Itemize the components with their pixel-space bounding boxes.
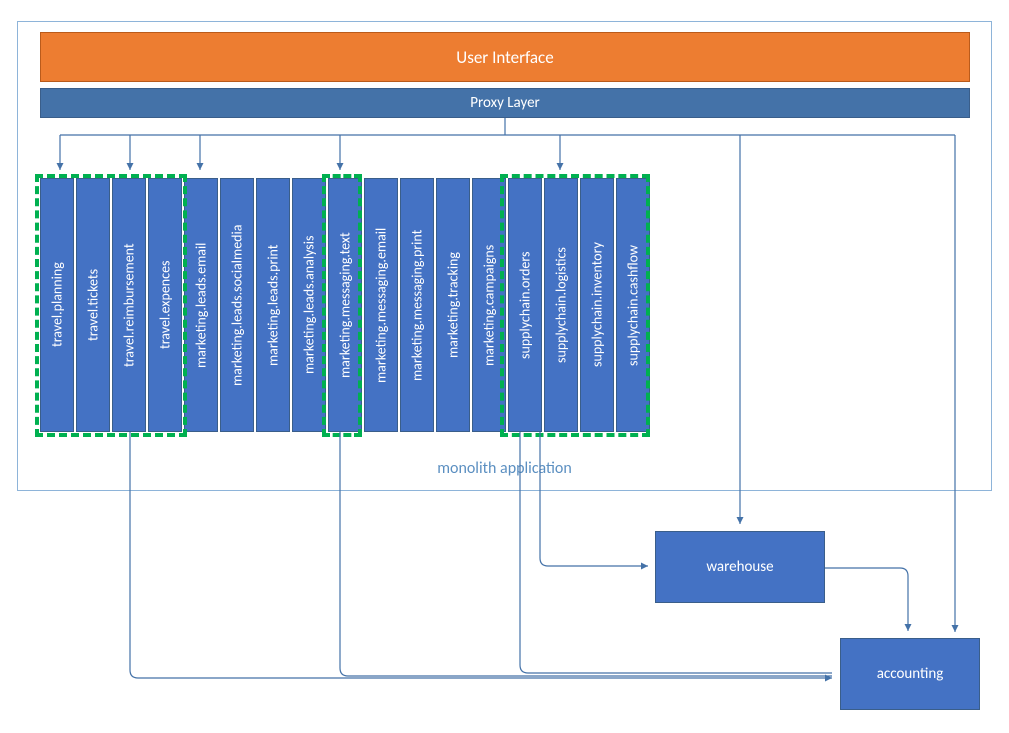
module-marketing-campaigns: marketing.campaigns xyxy=(472,178,506,432)
warehouse-box: warehouse xyxy=(655,531,825,603)
module-marketing-leads-print: marketing.leads.print xyxy=(256,178,290,432)
module-marketing-messaging-text: marketing.messaging.text xyxy=(328,178,362,432)
module-marketing-messaging-email: marketing.messaging.email xyxy=(364,178,398,432)
monolith-label: monolith application xyxy=(17,459,992,478)
proxy-layer: Proxy Layer xyxy=(40,88,970,118)
module-supplychain-logistics: supplychain.logistics xyxy=(544,178,578,432)
accounting-box: accounting xyxy=(840,638,980,710)
module-marketing-leads-analysis: marketing.leads.analysis xyxy=(292,178,326,432)
module-supplychain-inventory: supplychain.inventory xyxy=(580,178,614,432)
module-travel-expences: travel.expences xyxy=(148,178,182,432)
module-marketing-leads-email: marketing.leads.email xyxy=(184,178,218,432)
module-supplychain-cashflow: supplychain.cashflow xyxy=(616,178,650,432)
module-supplychain-orders: supplychain.orders xyxy=(508,178,542,432)
module-marketing-tracking: marketing.tracking xyxy=(436,178,470,432)
module-travel-tickets: travel.tickets xyxy=(76,178,110,432)
modules-row: travel.planning travel.tickets travel.re… xyxy=(40,178,650,432)
user-interface-layer: User Interface xyxy=(40,32,970,82)
module-marketing-leads-socialmedia: marketing.leads.socialmedia xyxy=(220,178,254,432)
module-travel-planning: travel.planning xyxy=(40,178,74,432)
module-marketing-messaging-print: marketing.messaging.print xyxy=(400,178,434,432)
module-travel-reimbursement: travel.reimbursement xyxy=(112,178,146,432)
